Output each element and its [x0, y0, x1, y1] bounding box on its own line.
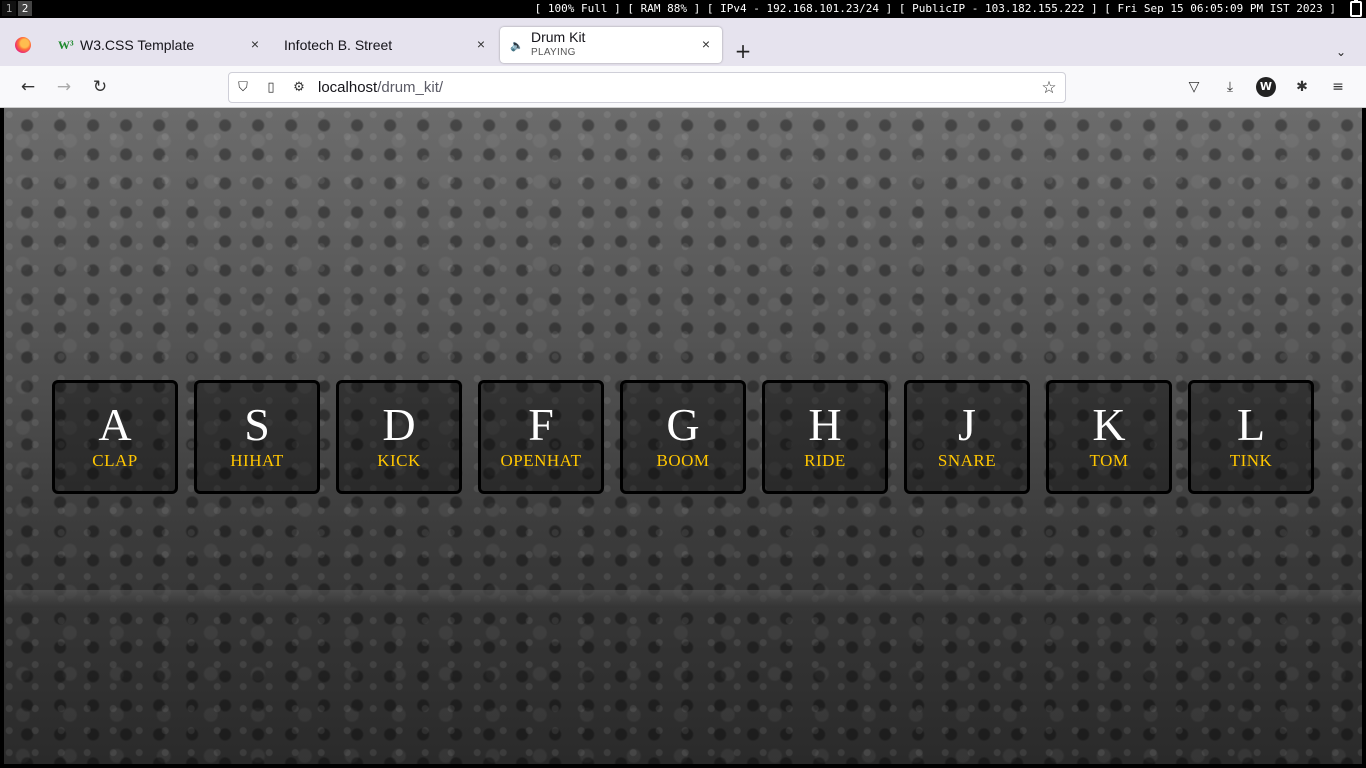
- tab-playing-label: PLAYING: [531, 47, 576, 58]
- clipboard-icon[interactable]: [1350, 0, 1362, 17]
- drum-key-h[interactable]: H RIDE: [762, 380, 888, 494]
- tab-title: Drum Kit: [531, 29, 586, 45]
- drum-key-j[interactable]: J SNARE: [904, 380, 1030, 494]
- close-tab-icon[interactable]: ×: [473, 36, 489, 52]
- chevron-down-icon[interactable]: ⌄: [1333, 45, 1349, 61]
- key-letter: K: [1092, 399, 1126, 450]
- drum-keys-row: A CLAP S HIHAT D KICK F OPENHAT G BOOM H RIDE J SNARE…: [52, 380, 1316, 494]
- key-letter: G: [666, 399, 700, 450]
- key-letter: H: [808, 399, 842, 450]
- key-sound-label: BOOM: [656, 451, 710, 470]
- bookmark-star-icon[interactable]: ☆: [1039, 78, 1059, 98]
- key-sound-label: RIDE: [804, 451, 846, 470]
- tracking-shield-icon[interactable]: ⛉: [234, 79, 252, 97]
- key-letter: D: [382, 399, 416, 450]
- workspace-1-button[interactable]: 1: [2, 1, 16, 16]
- drum-key-d[interactable]: D KICK: [336, 380, 462, 494]
- window-border-bottom: [0, 764, 1366, 768]
- system-status-text: [ 100% Full ] [ RAM 88% ] [ IPv4 - 192.1…: [534, 2, 1336, 15]
- new-tab-button[interactable]: +: [734, 41, 752, 61]
- back-arrow-icon[interactable]: ←: [17, 76, 39, 98]
- pocket-icon[interactable]: ▽: [1184, 77, 1204, 97]
- drum-key-s[interactable]: S HIHAT: [194, 380, 320, 494]
- drum-key-a[interactable]: A CLAP: [52, 380, 178, 494]
- url-bar[interactable]: ⛉ ▯ ⚙ localhost/drum_kit/ ☆: [228, 72, 1066, 103]
- tab-w3css-template[interactable]: W³ W3.CSS Template ×: [48, 27, 270, 63]
- tab-drum-kit[interactable]: 🔈 Drum Kit PLAYING ×: [500, 27, 722, 63]
- key-letter: L: [1236, 399, 1266, 450]
- tab-title: W3.CSS Template: [80, 37, 195, 53]
- url-text[interactable]: localhost/drum_kit/: [318, 79, 443, 96]
- key-letter: F: [528, 399, 554, 450]
- key-sound-label: KICK: [377, 451, 421, 470]
- permissions-icon[interactable]: ⚙: [290, 79, 308, 97]
- key-letter: A: [98, 399, 132, 450]
- speaker-icon[interactable]: 🔈: [510, 39, 524, 52]
- key-sound-label: CLAP: [92, 451, 138, 470]
- key-sound-label: SNARE: [937, 451, 997, 470]
- key-sound-label: HIHAT: [230, 451, 284, 470]
- url-host: localhost: [318, 79, 378, 96]
- drum-key-g[interactable]: G BOOM: [620, 380, 746, 494]
- reload-icon[interactable]: ↻: [89, 76, 111, 98]
- drum-key-f[interactable]: F OPENHAT: [478, 380, 604, 494]
- key-letter: J: [958, 399, 976, 450]
- navigation-toolbar: ← → ↻ ⛉ ▯ ⚙ localhost/drum_kit/ ☆ ▽ ⤓ W …: [0, 66, 1366, 108]
- key-sound-label: TINK: [1229, 451, 1273, 470]
- tab-strip: W³ W3.CSS Template × Infotech B. Street …: [0, 18, 1366, 66]
- download-icon[interactable]: ⤓: [1220, 77, 1240, 97]
- key-sound-label: OPENHAT: [500, 451, 582, 470]
- workspace-2-button[interactable]: 2: [18, 1, 32, 16]
- key-sound-label: TOM: [1089, 451, 1129, 470]
- close-tab-icon[interactable]: ×: [698, 36, 714, 52]
- window-border-right: [1362, 108, 1366, 768]
- drum-key-k[interactable]: K TOM: [1046, 380, 1172, 494]
- hamburger-menu-icon[interactable]: ≡: [1328, 77, 1348, 97]
- drum-key-l[interactable]: L TINK: [1188, 380, 1314, 494]
- window-border-left: [0, 108, 4, 768]
- page-info-icon[interactable]: ▯: [262, 79, 280, 97]
- close-tab-icon[interactable]: ×: [247, 36, 263, 52]
- tab-title: Infotech B. Street: [284, 37, 393, 53]
- w3-logo-icon: W³: [58, 38, 74, 52]
- firefox-logo-icon[interactable]: [15, 37, 31, 53]
- drum-kit-page: A CLAP S HIHAT D KICK F OPENHAT G BOOM H RIDE J SNARE…: [4, 108, 1362, 764]
- url-path: /drum_kit/: [377, 79, 444, 96]
- key-letter: S: [244, 399, 270, 450]
- tab-infotech-b-street[interactable]: Infotech B. Street ×: [272, 27, 496, 63]
- system-status-bar: 1 2 [ 100% Full ] [ RAM 88% ] [ IPv4 - 1…: [0, 0, 1366, 18]
- account-icon[interactable]: W: [1256, 77, 1276, 97]
- extensions-icon[interactable]: ✱: [1292, 77, 1312, 97]
- forward-arrow-icon[interactable]: →: [53, 76, 75, 98]
